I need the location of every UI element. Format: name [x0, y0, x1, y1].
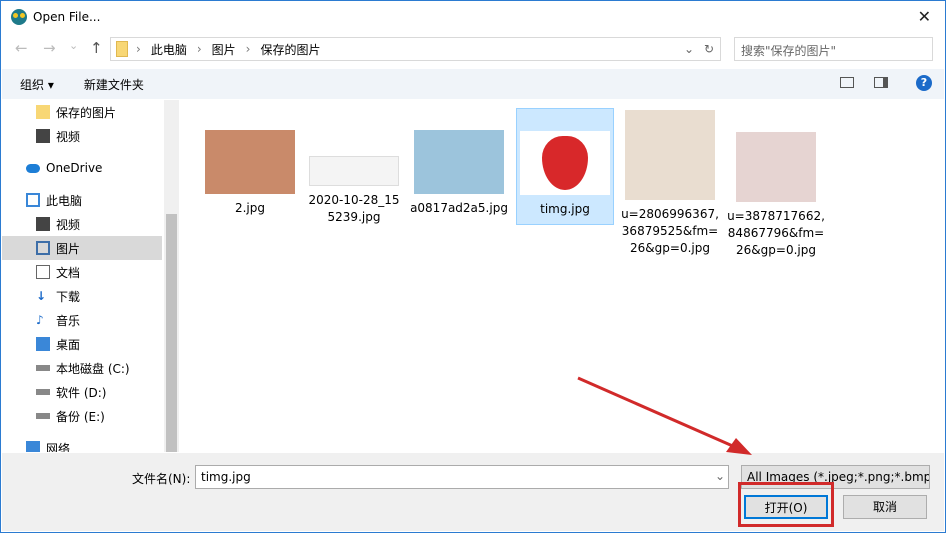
highlight-box	[738, 482, 834, 527]
annotation-arrow	[577, 376, 752, 455]
